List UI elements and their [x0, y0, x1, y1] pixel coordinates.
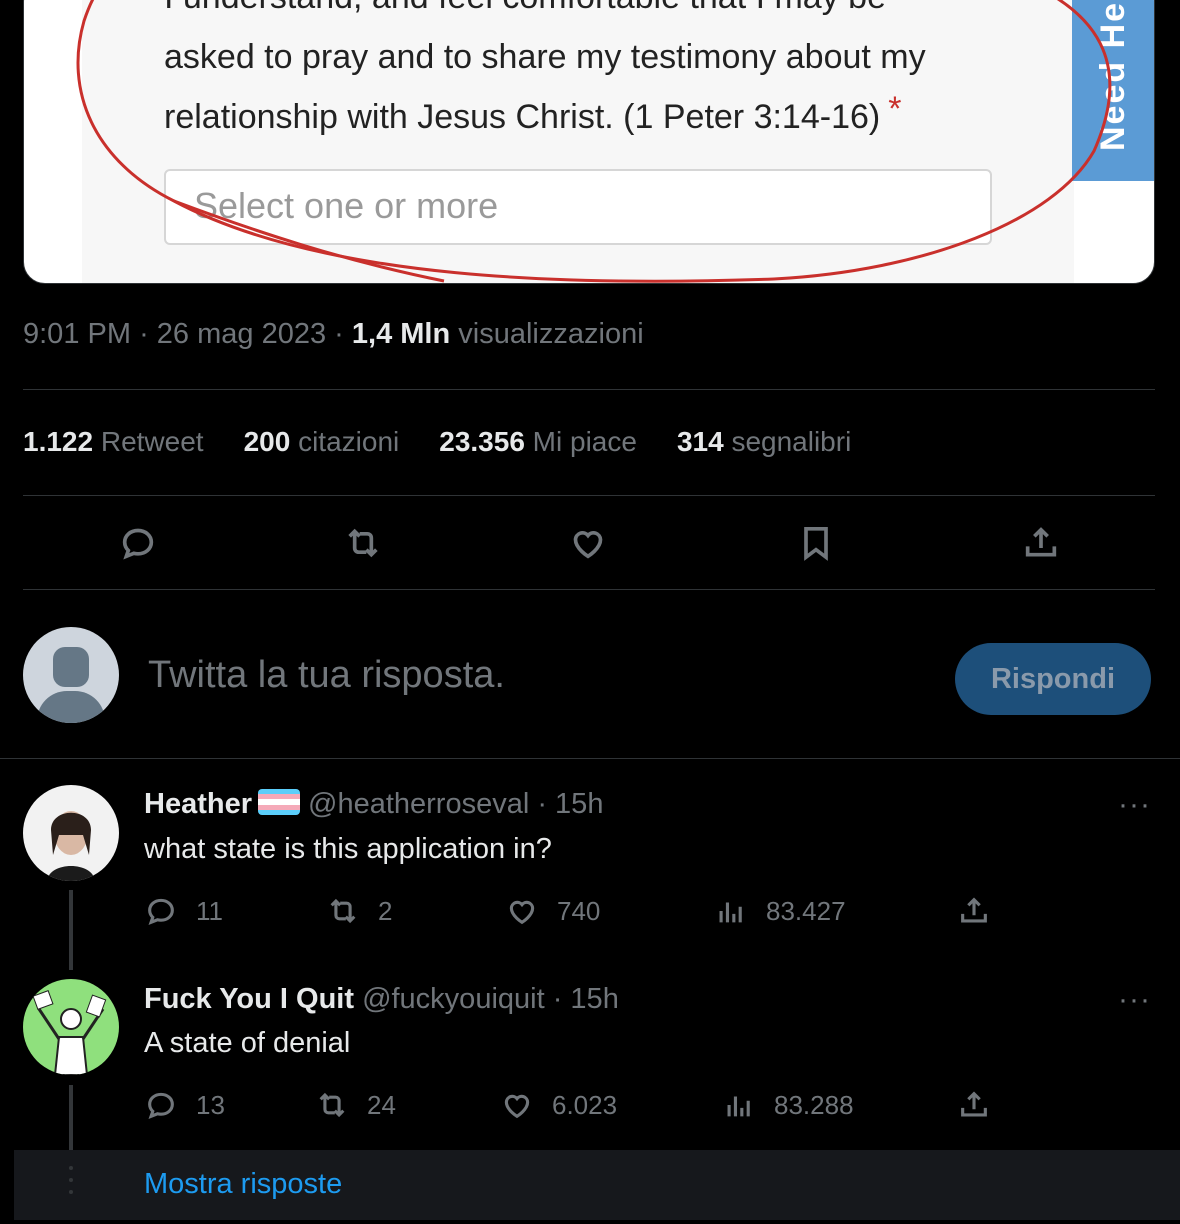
likes-stat[interactable]: 23.356 Mi piace	[439, 426, 637, 458]
views-count-button[interactable]: 83.427	[714, 894, 846, 928]
tweet-media-image[interactable]: I understand, and feel comfortable that …	[23, 0, 1155, 284]
trans-flag-emoji	[258, 789, 300, 815]
share-icon	[961, 897, 987, 923]
avatar-placeholder-body	[37, 691, 105, 723]
reply-header: Heather @heatherroseval · 15h	[144, 788, 603, 821]
like-count-button[interactable]: 740	[505, 894, 600, 928]
reply-icon	[122, 528, 154, 560]
views-count: 83.427	[766, 895, 846, 926]
share-icon	[1025, 527, 1057, 557]
like-count: 740	[557, 895, 601, 926]
reply-button[interactable]	[113, 515, 163, 571]
show-replies-link[interactable]: Mostra risposte	[144, 1168, 342, 1201]
analytics-icon	[727, 1096, 750, 1117]
avatar-placeholder-head	[53, 647, 89, 687]
like-count-button[interactable]: 6.023	[500, 1088, 617, 1122]
reply-count-button[interactable]: 11	[144, 894, 223, 928]
more-options-icon[interactable]: ···	[1118, 983, 1151, 1017]
tweet-action-bar	[23, 515, 1155, 575]
bookmark-button[interactable]	[791, 515, 841, 571]
reply-count-button[interactable]: 13	[144, 1088, 225, 1122]
views-count: 83.288	[774, 1089, 854, 1120]
tweet-stats: 1.122 Retweet 200 citazioni 23.356 Mi pi…	[23, 426, 851, 458]
heart-icon	[573, 531, 603, 559]
thread-dots	[69, 1166, 73, 1202]
share-button[interactable]	[957, 894, 991, 928]
reply-header: Fuck You I Quit @fuckyouiquit · 15h	[144, 983, 619, 1016]
retweet-icon	[319, 1092, 345, 1118]
views-count[interactable]: 1,4 Mln	[352, 318, 450, 350]
reply-time[interactable]: · 15h	[553, 983, 619, 1015]
show-replies-row[interactable]: Mostra risposte	[14, 1150, 1180, 1220]
cartoon-man-image	[32, 990, 107, 1075]
bookmarks-stat[interactable]: 314 segnalibri	[677, 426, 851, 458]
like-count: 6.023	[552, 1089, 618, 1120]
author-name[interactable]: Heather	[144, 788, 252, 820]
reply-text: A state of denial	[144, 1027, 351, 1059]
views-label: visualizzazioni	[458, 318, 644, 350]
like-button[interactable]	[563, 515, 613, 571]
tweet-date[interactable]: 26 mag 2023	[157, 318, 326, 350]
reply-icon	[148, 898, 174, 926]
divider	[23, 389, 1155, 390]
user-avatar[interactable]	[23, 627, 119, 723]
tweet-time[interactable]: 9:01 PM	[23, 318, 131, 350]
retweet-count: 24	[367, 1089, 396, 1120]
author-name[interactable]: Fuck You I Quit	[144, 983, 354, 1015]
bookmark-icon	[804, 527, 828, 561]
red-hand-drawn-circle	[76, 0, 1112, 283]
quotes-stat[interactable]: 200 citazioni	[244, 426, 400, 458]
author-handle[interactable]: @heatherroseval	[308, 788, 529, 820]
tweet-timestamp-line: 9:01 PM · 26 mag 2023 · 1,4 Mln visualiz…	[23, 318, 644, 351]
reply-submit-button[interactable]: Rispondi	[955, 643, 1151, 715]
retweet-icon	[348, 528, 378, 558]
reply-action-bar: 11 2 740 83.427	[0, 894, 1180, 934]
divider	[23, 589, 1155, 590]
author-handle[interactable]: @fuckyouiquit	[362, 983, 545, 1015]
heart-icon	[504, 1094, 530, 1119]
divider	[23, 495, 1155, 496]
reply-author-avatar[interactable]	[23, 979, 119, 1075]
divider	[0, 758, 1180, 759]
retweet-button[interactable]	[338, 515, 388, 571]
reply-icon	[148, 1092, 174, 1120]
reply-input[interactable]: Twitta la tua risposta.	[148, 654, 505, 697]
reply-action-bar: 13 24 6.023 83.288	[0, 1088, 1180, 1128]
retweets-stat[interactable]: 1.122 Retweet	[23, 426, 204, 458]
retweet-icon	[330, 898, 356, 924]
share-button[interactable]	[957, 1088, 991, 1122]
reply-count: 13	[196, 1089, 225, 1120]
reply-author-avatar[interactable]	[23, 785, 119, 881]
share-button[interactable]	[1016, 515, 1066, 571]
more-options-icon[interactable]: ···	[1118, 788, 1151, 822]
share-icon	[961, 1091, 987, 1117]
retweet-count: 2	[378, 895, 393, 926]
reply-count: 11	[196, 895, 223, 926]
reply-text: what state is this application in?	[144, 833, 552, 865]
reply-time[interactable]: · 15h	[537, 788, 603, 820]
meta-separator: ·	[334, 318, 344, 350]
views-count-button[interactable]: 83.288	[722, 1088, 854, 1122]
meta-separator: ·	[139, 318, 149, 350]
retweet-count-button[interactable]: 24	[315, 1088, 396, 1122]
heart-icon	[509, 900, 535, 925]
portrait-image	[47, 811, 95, 881]
analytics-icon	[719, 902, 742, 923]
retweet-count-button[interactable]: 2	[326, 894, 392, 928]
